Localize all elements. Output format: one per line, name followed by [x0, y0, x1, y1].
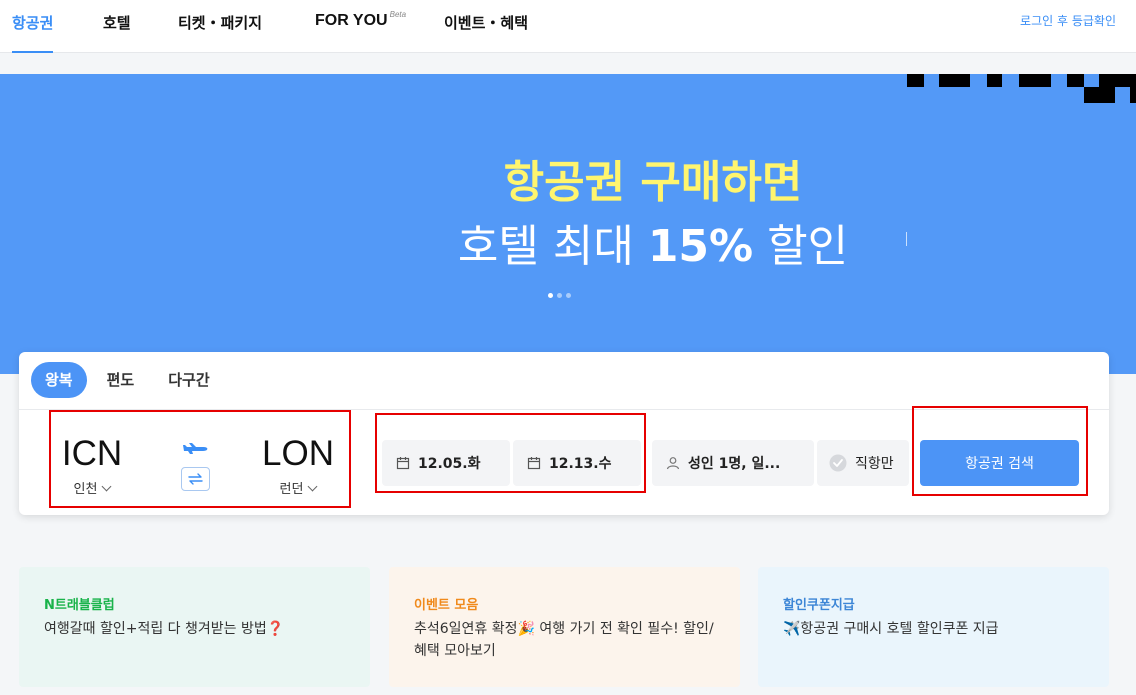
promo-title: 할인쿠폰지급	[783, 598, 855, 613]
decoration-pixel	[939, 74, 970, 87]
promo-body: ✈️항공권 구매시 호텔 할인쿠폰 지급	[783, 621, 999, 637]
promo-card-events[interactable]: 이벤트 모음 추석6일연휴 확정🎉 여행 가기 전 확인 필수! 할인/혜택 모…	[389, 567, 740, 687]
decoration-pixel	[1130, 87, 1136, 103]
beta-badge: Beta	[389, 10, 407, 19]
promo-body: 추석6일연휴 확정🎉 여행 가기 전 확인 필수! 할인/혜택 모아보기	[414, 621, 714, 659]
carousel-dot[interactable]	[566, 293, 571, 298]
login-link[interactable]: 로그인 후 등급확인	[1020, 12, 1116, 29]
nav-item-flights[interactable]: 항공권	[12, 12, 54, 53]
text-cursor	[906, 232, 907, 246]
decoration-pixel	[1067, 74, 1084, 87]
promo-title: 이벤트 모음	[414, 598, 479, 613]
check-circle-icon	[829, 454, 847, 472]
top-nav: 항공권 호텔 티켓・패키지 FOR YOU Beta 이벤트・혜택 로그인 후 등…	[0, 0, 1136, 53]
carousel-indicator	[548, 293, 571, 298]
decoration-pixel	[987, 74, 1002, 87]
promo-card-coupon[interactable]: 할인쿠폰지급 ✈️항공권 구매시 호텔 할인쿠폰 지급	[758, 567, 1109, 687]
nav-item-hotels[interactable]: 호텔	[103, 12, 131, 53]
hero-headline: 항공권 구매하면	[503, 157, 803, 208]
tab-round-trip[interactable]: 왕복	[31, 362, 87, 398]
carousel-dot[interactable]	[557, 293, 562, 298]
hero-subheadline: 호텔 최대 15% 할인	[457, 221, 849, 272]
highlight-box	[375, 413, 646, 493]
hero-banner[interactable]: 항공권 구매하면 호텔 최대 15% 할인	[0, 74, 1136, 374]
promo-card-ntravel-club[interactable]: N트래블클럽 여행갈때 할인+적립 다 챙겨받는 방법❓	[19, 567, 370, 687]
tab-one-way[interactable]: 편도	[93, 362, 149, 398]
person-icon	[666, 456, 680, 470]
nav-item-tickets-packages[interactable]: 티켓・패키지	[178, 12, 262, 53]
direct-only-toggle[interactable]: 직항만	[817, 440, 909, 486]
promo-body: 여행갈때 할인+적립 다 챙겨받는 방법❓	[44, 621, 285, 637]
nav-item-for-you[interactable]: FOR YOU Beta	[315, 10, 407, 53]
highlight-box	[912, 406, 1088, 496]
decoration-pixel	[1099, 74, 1136, 87]
promo-title: N트래블클럽	[44, 598, 115, 613]
decoration-pixel	[907, 74, 924, 87]
nav-item-events[interactable]: 이벤트・혜택	[444, 12, 528, 53]
highlight-box	[49, 410, 351, 508]
passenger-selector[interactable]: 성인 1명, 일...	[652, 440, 814, 486]
decoration-pixel	[1019, 74, 1051, 87]
trip-type-tabs: 왕복 편도 다구간	[31, 362, 230, 398]
decoration-pixel	[1084, 87, 1115, 103]
tab-multi-city[interactable]: 다구간	[154, 362, 223, 398]
carousel-dot[interactable]	[548, 293, 553, 298]
